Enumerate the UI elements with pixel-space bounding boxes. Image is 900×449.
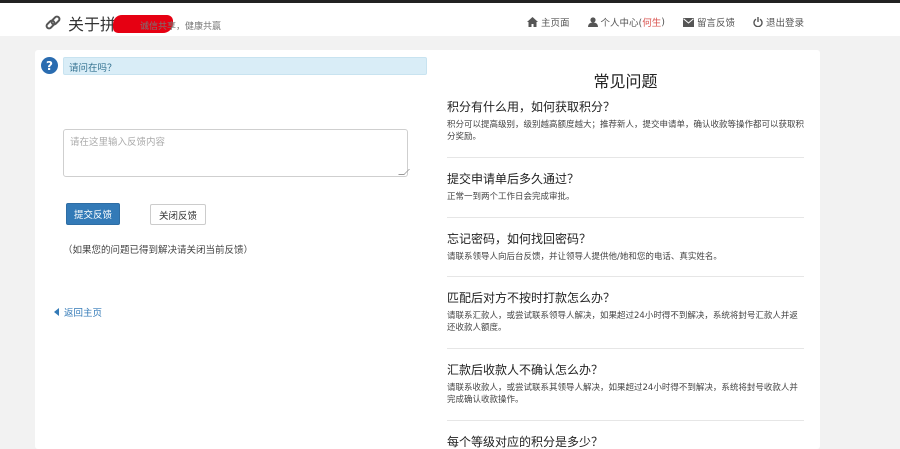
question-bar: 请问在吗？ [63, 57, 427, 75]
link-logo-icon [45, 15, 61, 30]
power-icon [753, 17, 763, 27]
user-icon [587, 17, 598, 27]
nav-logout[interactable]: 退出登录 [753, 15, 804, 29]
envelope-icon [682, 17, 694, 27]
faq-answer: 请联系收款人，或尝试联系其领导人解决，如果超过24小时得不到解决，系统将封号收款… [447, 383, 798, 405]
faq-item: 提交申请单后多久通过？ 正常一到两个工作日会完成审批。 [447, 158, 804, 218]
back-home-label: 返回主页 [64, 308, 103, 319]
brand-slogan: 诚信共享，健康共赢 [140, 21, 222, 32]
faq-item: 每个等级对应的积分是多少？ [447, 421, 804, 449]
caret-left-icon [54, 308, 59, 316]
home-icon [527, 17, 538, 27]
main-panel: ? 请问在吗？ 提交反馈 关闭反馈 （如果您的问题已得到解决请关闭当前反馈） 返… [35, 50, 820, 449]
faq-question: 匹配后对方不按时打款怎么办？ [447, 291, 616, 305]
faq-answer: 请联系领导人向后台反馈，并让领导人提供他/她和您的电话、真实姓名。 [447, 252, 722, 262]
nav-home[interactable]: 主页面 [527, 15, 570, 29]
faq-item: 匹配后对方不按时打款怎么办？ 请联系汇款人，或尝试联系领导人解决，如果超过24小… [447, 277, 804, 349]
faq-answer: 请联系汇款人，或尝试联系领导人解决，如果超过24小时得不到解决，系统将封号汇款人… [447, 311, 798, 333]
faq-item: 汇款后收款人不确认怎么办？ 请联系收款人，或尝试联系其领导人解决，如果超过24小… [447, 349, 804, 421]
nav-logout-label: 退出登录 [765, 18, 804, 29]
nav-feedback[interactable]: 留言反馈 [682, 15, 735, 29]
top-navbar: 关于拼金 诚信共享，健康共赢 主页面 个人中心(何生) 留言反馈 退出登录 [0, 0, 900, 36]
submit-feedback-button[interactable]: 提交反馈 [66, 203, 120, 225]
faq-question: 忘记密码，如何找回密码？ [447, 232, 592, 246]
faq-question: 积分有什么用，如何获取积分？ [447, 100, 616, 114]
feedback-textarea[interactable] [63, 129, 408, 177]
question-icon: ? [41, 57, 58, 74]
faq-item: 忘记密码，如何找回密码？ 请联系领导人向后台反馈，并让领导人提供他/她和您的电话… [447, 218, 804, 277]
faq-section: 常见问题 积分有什么用，如何获取积分？ 积分可以提高级别，级别越高额度越大；推荐… [447, 68, 804, 449]
top-nav: 主页面 个人中心(何生) 留言反馈 退出登录 [509, 14, 804, 30]
faq-answer: 积分可以提高级别，级别越高额度越大；推荐新人，提交申请单，确认收款等操作都可以获… [447, 120, 805, 142]
faq-title: 常见问题 [593, 72, 658, 91]
close-feedback-button[interactable]: 关闭反馈 [150, 204, 206, 225]
nav-feedback-label: 留言反馈 [696, 18, 735, 29]
faq-question: 汇款后收款人不确认怎么办？ [447, 363, 604, 377]
back-home-link[interactable]: 返回主页 [54, 305, 102, 319]
nav-user-suffix: ) [661, 16, 665, 28]
faq-question: 提交申请单后多久通过？ [447, 172, 580, 186]
faq-item: 积分有什么用，如何获取积分？ 积分可以提高级别，级别越高额度越大；推荐新人，提交… [447, 98, 804, 158]
brand[interactable]: 关于拼金 诚信共享，健康共赢 [44, 12, 221, 34]
feedback-hint: （如果您的问题已得到解决请关闭当前反馈） [63, 245, 254, 256]
nav-user-center[interactable]: 个人中心(何生) [587, 15, 665, 29]
nav-user-name: 何生 [642, 18, 662, 29]
nav-home-label: 主页面 [541, 18, 570, 29]
nav-user-label: 个人中心( [600, 18, 643, 29]
faq-question: 每个等级对应的积分是多少？ [447, 435, 604, 449]
faq-answer: 正常一到两个工作日会完成审批。 [447, 192, 575, 202]
